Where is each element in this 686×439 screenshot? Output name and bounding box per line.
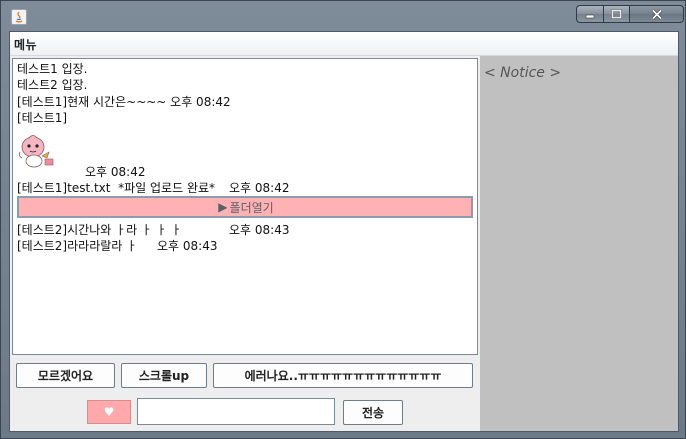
close-icon (651, 8, 662, 20)
title-bar[interactable] (1, 1, 685, 31)
open-folder-label: 폴더열기 (229, 200, 274, 215)
message-input[interactable] (137, 398, 335, 425)
minimize-button[interactable] (576, 5, 603, 23)
main-panel: 메뉴 테스트1 입장. 테스트2 입장. [테스트1]현재 시간은~~~~ 오후… (9, 31, 679, 432)
chat-line: 테스트1 입장. (17, 62, 88, 76)
play-arrow-icon: ▶ (218, 200, 228, 214)
window-controls (576, 5, 684, 25)
app-window: 메뉴 테스트1 입장. 테스트2 입장. [테스트1]현재 시간은~~~~ 오후… (0, 0, 686, 439)
menu-bar: 메뉴 (10, 32, 678, 56)
emoticon-image (17, 134, 59, 170)
minimize-icon (585, 14, 595, 19)
send-button[interactable]: 전송 (343, 400, 403, 425)
chat-line: 테스트2 입장. (17, 78, 88, 92)
close-button[interactable] (629, 5, 684, 23)
maximize-icon (611, 9, 622, 19)
chat-line: [테스트1]현재 시간은~~~~ 오후 08:42 (17, 95, 231, 109)
chat-timestamp: 오후 08:42 (85, 165, 146, 179)
dont-know-button[interactable]: 모르겠어요 (16, 363, 115, 388)
chat-log[interactable]: 테스트1 입장. 테스트2 입장. [테스트1]현재 시간은~~~~ 오후 08… (12, 58, 478, 355)
notice-title: < Notice > (484, 65, 562, 81)
menu-item-menu[interactable]: 메뉴 (14, 36, 37, 53)
open-folder-button[interactable]: ▶ 폴더열기 (17, 196, 473, 218)
chat-timestamp: 오후 08:43 (157, 239, 218, 253)
notice-panel: < Notice > (480, 56, 678, 431)
java-app-icon (11, 9, 27, 25)
chat-line: [테스트2]라라라랄라 ㅏ (17, 239, 138, 253)
heart-icon: ♥ (103, 405, 115, 419)
chat-line: [테스트2]시간나와 ㅏ라 ㅏ ㅏ ㅏ (17, 223, 182, 237)
emoticon-button[interactable]: ♥ (87, 400, 131, 424)
chat-line: [테스트1]test.txt *파일 업로드 완료* (17, 181, 216, 195)
maximize-button[interactable] (603, 5, 629, 23)
error-button[interactable]: 에러나요..ㅠㅠㅠㅠㅠㅠㅠㅠㅠㅠㅠㅠㅠ (213, 363, 473, 388)
chat-timestamp: 오후 08:42 (229, 181, 290, 195)
scroll-up-button[interactable]: 스크롤up (121, 363, 207, 388)
chat-timestamp: 오후 08:43 (229, 223, 290, 237)
chat-line: [테스트1] (17, 111, 68, 125)
